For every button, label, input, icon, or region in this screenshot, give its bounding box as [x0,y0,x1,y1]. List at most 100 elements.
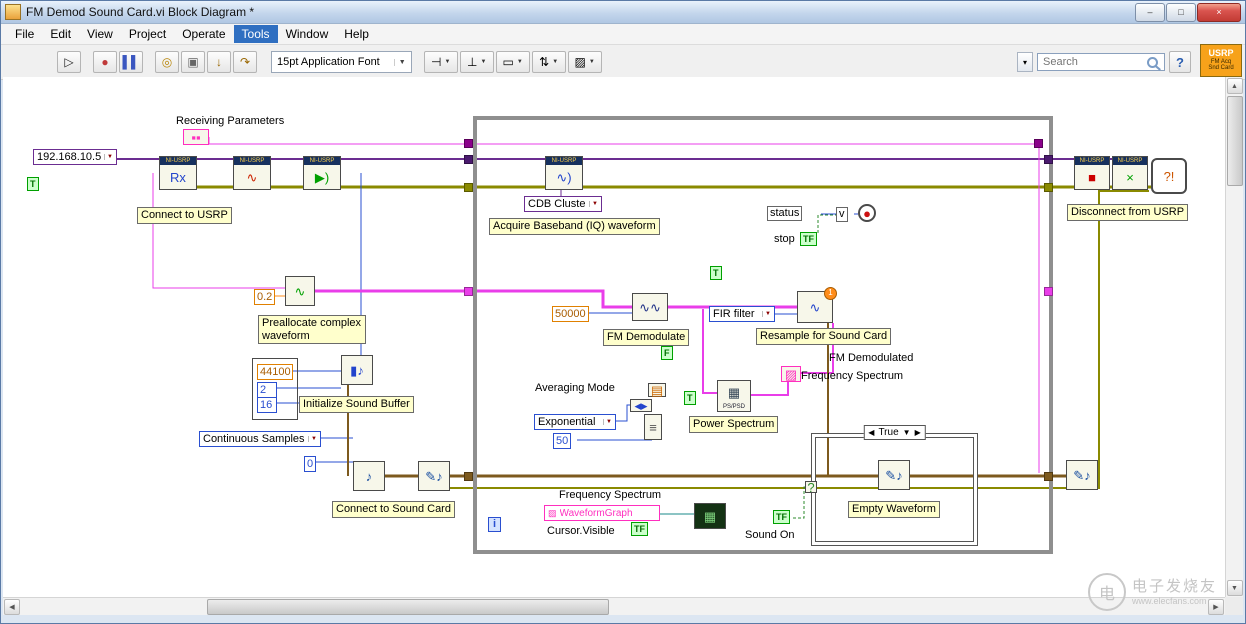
menu-window[interactable]: Window [278,25,337,43]
tunnel[interactable] [464,287,473,296]
case-prev-button[interactable]: ◀ [868,428,874,437]
menu-help[interactable]: Help [336,25,377,43]
tunnel[interactable] [1044,155,1053,164]
menu-edit[interactable]: Edit [42,25,79,43]
resize-objects-button[interactable]: ▭▼ [496,51,530,73]
empty-waveform-write-icon[interactable]: ✎♪ [878,460,910,490]
align-objects-button[interactable]: ⊣▼ [424,51,458,73]
constant-16[interactable]: 16 [257,397,277,413]
comparison-node[interactable]: v [836,207,848,222]
tunnel[interactable] [1044,472,1053,481]
fir-filter-ring[interactable]: FIR filter▼ [709,306,775,322]
averaging-mode-ring[interactable]: Exponential▼ [534,414,616,430]
sound-output-clear-icon[interactable]: ✎♪ [1066,460,1098,490]
close-button[interactable]: × [1197,3,1241,22]
horizontal-scroll-thumb[interactable] [207,599,609,615]
chevron-down-icon[interactable]: ▼ [308,436,317,442]
step-into-button[interactable]: ↓ [207,51,231,73]
case-next-button[interactable]: ▶ [915,428,921,437]
true-constant[interactable]: T [684,391,696,405]
scroll-left-button[interactable]: ◀ [4,599,20,615]
search-scope-button[interactable]: ▾ [1017,52,1033,72]
sound-output-configure-icon[interactable]: ♪ [353,461,385,491]
vertical-scroll-thumb[interactable] [1227,96,1243,186]
usrp-open-rx-session-icon[interactable]: NI-USRPRx [159,156,197,190]
case-selector[interactable]: ◀True▼▶ [863,425,925,440]
vertical-scrollbar[interactable]: ▲ ▼ [1225,77,1243,597]
initialize-sound-buffer-icon[interactable]: ▮♪ [341,355,373,385]
pause-button[interactable]: ▌▌ [119,51,143,73]
cursor-visible-constant[interactable]: TF [631,522,648,536]
window-parameter-node[interactable]: ▤ [648,383,666,397]
fm-demodulate-icon[interactable]: ∿∿ [632,293,668,321]
power-spectrum-icon[interactable]: ▦PS/PSD [717,380,751,412]
chevron-down-icon[interactable]: ▼ [603,419,612,425]
search-icon[interactable] [1147,57,1158,68]
abort-button[interactable]: ● [93,51,117,73]
averaging-mode-node[interactable]: ◂▸ [630,399,652,412]
constant-50[interactable]: 50 [553,433,571,449]
tunnel[interactable] [464,183,473,192]
vi-icon-badge[interactable]: USRP FM Acq Snd Card [1200,44,1242,77]
step-over-button[interactable]: ↷ [233,51,257,73]
search-box[interactable] [1037,53,1165,71]
search-input[interactable] [1041,55,1147,69]
chevron-down-icon[interactable]: ▼ [104,154,113,160]
scroll-up-button[interactable]: ▲ [1227,78,1243,94]
sound-on-constant[interactable]: TF [773,510,790,524]
tunnel[interactable] [464,139,473,148]
waveform-graph-reference[interactable]: ▨WaveformGraph [544,505,660,521]
usrp-initiate-icon[interactable]: NI-USRP▶) [303,156,341,190]
maximize-button[interactable]: □ [1166,3,1196,22]
case-selector-terminal[interactable]: ? [805,481,817,493]
tunnel[interactable] [1044,183,1053,192]
error-dialog-icon[interactable]: ?! [1151,158,1187,194]
minimize-button[interactable]: – [1135,3,1165,22]
cdb-cluster-ring[interactable]: CDB Cluster▼ [524,196,602,212]
loop-iteration-terminal[interactable]: i [488,517,501,532]
reorder-button[interactable]: ⇅▼ [532,51,566,73]
session-branch-wire[interactable] [153,173,285,288]
distribute-objects-button[interactable]: ⊥▼ [460,51,494,73]
font-selector[interactable]: 15pt Application Font ▼ [271,51,412,73]
constant-0-2[interactable]: 0.2 [254,289,275,305]
usrp-abort-icon[interactable]: NI-USRP■ [1074,156,1110,190]
tunnel[interactable] [464,155,473,164]
usrp-configure-signal-icon[interactable]: NI-USRP∿ [233,156,271,190]
stop-button-terminal[interactable]: ● [858,204,876,222]
resample-icon[interactable]: ∿1 [797,291,833,323]
horizontal-scrollbar[interactable]: ◀ ▶ [3,597,1225,615]
bundle-node[interactable]: ≡ [644,414,662,440]
constant-50000[interactable]: 50000 [552,306,589,322]
false-constant[interactable]: F [661,346,673,360]
chevron-down-icon[interactable]: ▼ [762,311,771,317]
constant-44100[interactable]: 44100 [257,364,293,380]
help-button[interactable]: ? [1169,51,1191,73]
constant-2[interactable]: 2 [257,382,277,398]
device-address-ring[interactable]: 192.168.10.5▼ [33,149,117,165]
true-constant[interactable]: T [710,266,722,280]
clean-up-diagram-button[interactable]: ▨▼ [568,51,602,73]
stop-boolean-constant[interactable]: TF [800,232,817,246]
menu-operate[interactable]: Operate [174,25,233,43]
true-constant[interactable]: T [27,177,39,191]
highlight-execution-button[interactable]: ◎ [155,51,179,73]
unbundle-status-node[interactable]: status [767,206,802,221]
menu-tools[interactable]: Tools [234,25,278,43]
scroll-down-button[interactable]: ▼ [1227,580,1243,596]
usrp-fetch-rx-data-icon[interactable]: NI-USRP∿) [545,156,583,190]
tunnel[interactable] [464,472,473,481]
sample-mode-ring[interactable]: Continuous Samples▼ [199,431,321,447]
menu-view[interactable]: View [79,25,121,43]
tunnel[interactable] [1044,287,1053,296]
diagram-canvas[interactable]: ◀True▼▶ NI-USRPRx NI-USRP∿ NI-USRP▶) NI-USRP… [3,77,1225,597]
menu-file[interactable]: File [7,25,42,43]
tunnel[interactable] [1034,139,1043,148]
retain-wire-values-button[interactable]: ▣ [181,51,205,73]
chevron-down-icon[interactable]: ▼ [589,201,598,207]
sound-output-write-icon[interactable]: ✎♪ [418,461,450,491]
constant-0[interactable]: 0 [304,456,316,472]
run-button[interactable]: ▷ [57,51,81,73]
receiving-parameters-constant[interactable]: ▪▪ [183,129,209,145]
preallocate-waveform-icon[interactable]: ∿ [285,276,315,306]
